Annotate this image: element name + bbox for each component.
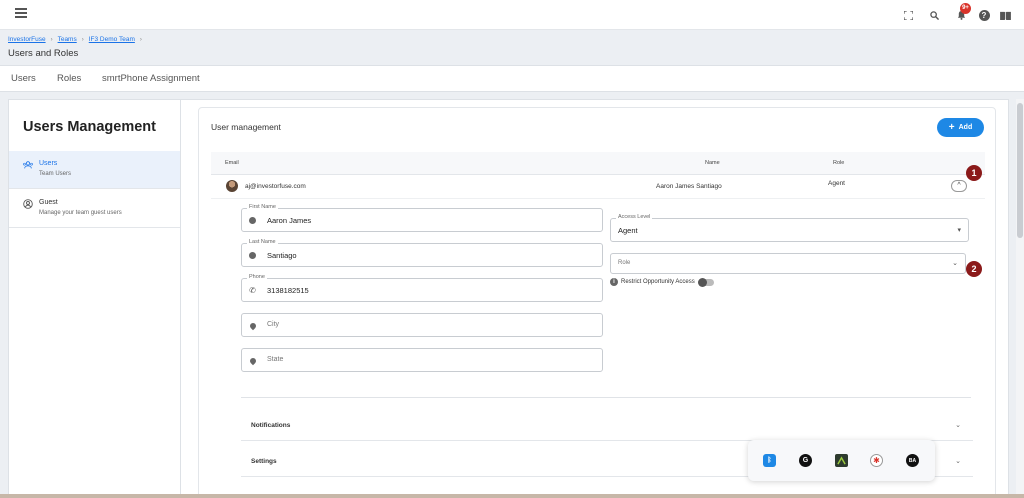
breadcrumb-investorfuse[interactable]: InvestorFuse xyxy=(8,36,46,43)
phone-icon: ✆ xyxy=(249,286,256,295)
restrict-opportunity-toggle[interactable] xyxy=(697,277,714,287)
sidebar-title: Users Management xyxy=(23,119,156,135)
main-content: Users Management Users Team Users Guest … xyxy=(8,99,1009,498)
phone-label: Phone xyxy=(247,274,267,280)
location-pin-icon xyxy=(248,321,257,330)
taskbar-edge xyxy=(0,494,1024,498)
chevron-down-icon: ⌄ xyxy=(955,458,961,465)
sidebar-item-label: Guest xyxy=(39,199,58,206)
bluetooth-icon[interactable]: ᛒ xyxy=(763,454,776,467)
breadcrumb-teams[interactable]: Teams xyxy=(58,36,77,43)
bambu-icon[interactable]: BA xyxy=(906,454,919,467)
city-placeholder: City xyxy=(267,321,280,328)
role-placeholder: Role xyxy=(618,260,631,266)
section-divider xyxy=(241,397,971,398)
collapse-button[interactable]: ^ xyxy=(951,180,967,192)
person-icon xyxy=(248,216,257,225)
app-icon[interactable] xyxy=(835,454,848,467)
column-name: Name xyxy=(705,160,720,166)
first-name-field[interactable]: First Name Aaron James xyxy=(241,204,603,232)
fullscreen-icon[interactable] xyxy=(900,7,916,23)
access-level-value: Agent xyxy=(618,226,638,235)
table-header: Email Name Role xyxy=(211,152,985,175)
column-role: Role xyxy=(833,160,845,166)
add-user-button[interactable]: + Add xyxy=(937,118,984,137)
phone-field[interactable]: Phone ✆ 3138182515 xyxy=(241,274,603,302)
sidebar: Users Management Users Team Users Guest … xyxy=(9,100,181,498)
state-field[interactable]: State xyxy=(241,348,603,372)
chevron-down-icon: ⌄ xyxy=(952,260,958,267)
add-button-label: Add xyxy=(958,124,973,131)
slack-icon[interactable]: ✱ xyxy=(870,454,883,467)
notifications-accordion[interactable]: Notifications ⌄ xyxy=(241,411,973,441)
page-scrollbar[interactable] xyxy=(1016,99,1024,498)
first-name-value: Aaron James xyxy=(267,216,312,225)
grammarly-icon[interactable]: G xyxy=(799,454,812,467)
callout-badge-2: 2 xyxy=(966,261,982,277)
book-icon[interactable] xyxy=(997,7,1013,23)
chevron-right-icon: › xyxy=(50,36,53,43)
sidebar-item-users[interactable]: Users Team Users xyxy=(9,151,180,189)
caret-down-icon: ▾ xyxy=(957,227,961,234)
tab-roles[interactable]: Roles xyxy=(57,73,81,84)
search-icon[interactable] xyxy=(926,7,942,23)
callout-badge-1: 1 xyxy=(966,165,982,181)
chevron-right-icon: › xyxy=(139,36,142,43)
table-row[interactable]: aj@investorfuse.com Aaron James Santiago… xyxy=(211,175,985,199)
users-icon xyxy=(23,161,33,169)
user-email: aj@investorfuse.com xyxy=(245,183,306,190)
scrollbar-thumb[interactable] xyxy=(1017,103,1023,238)
breadcrumb-team[interactable]: IF3 Demo Team xyxy=(89,36,135,43)
bell-icon[interactable]: 9+ xyxy=(953,3,971,23)
user-name: Aaron James Santiago xyxy=(656,183,722,190)
location-pin-icon xyxy=(248,356,257,365)
last-name-value: Santiago xyxy=(267,251,297,260)
notification-badge: 9+ xyxy=(960,3,971,14)
last-name-field[interactable]: Last Name Santiago xyxy=(241,239,603,267)
sidebar-item-guest[interactable]: Guest Manage your team guest users xyxy=(9,190,180,228)
system-tray-popup: ᛒ G ✱ BA xyxy=(748,440,935,481)
hamburger-icon[interactable] xyxy=(15,8,27,20)
access-level-select[interactable]: Access Level Agent ▾ xyxy=(610,214,969,242)
state-placeholder: State xyxy=(267,356,284,363)
breadcrumb: InvestorFuse › Teams › IF3 Demo Team › xyxy=(8,36,147,43)
sidebar-item-sublabel: Manage your team guest users xyxy=(39,210,122,216)
page-title: Users and Roles xyxy=(8,48,79,59)
city-field[interactable]: City xyxy=(241,313,603,337)
person-icon xyxy=(248,251,257,260)
avatar xyxy=(226,180,238,192)
sidebar-item-sublabel: Team Users xyxy=(39,171,72,177)
tab-users[interactable]: Users xyxy=(11,73,36,84)
first-name-label: First Name xyxy=(247,204,278,210)
user-role: Agent xyxy=(828,180,845,187)
phone-value: 3138182515 xyxy=(267,286,309,295)
notifications-label: Notifications xyxy=(251,422,291,429)
top-bar: 9+ ? xyxy=(0,0,1024,30)
last-name-label: Last Name xyxy=(247,239,278,245)
panel-title: User management xyxy=(211,122,281,132)
sidebar-item-label: Users xyxy=(39,160,58,167)
tab-bar: Users Roles smrtPhone Assignment xyxy=(0,65,1024,92)
breadcrumb-bar: InvestorFuse › Teams › IF3 Demo Team › U… xyxy=(0,31,1024,65)
restrict-opportunity-row: i Restrict Opportunity Access xyxy=(610,277,714,287)
plus-icon: + xyxy=(948,121,955,133)
restrict-opportunity-label: Restrict Opportunity Access xyxy=(621,279,695,285)
chevron-right-icon: › xyxy=(81,36,84,43)
tab-smrtphone-assignment[interactable]: smrtPhone Assignment xyxy=(102,73,200,84)
chevron-down-icon: ⌄ xyxy=(955,422,961,429)
help-icon[interactable]: ? xyxy=(976,7,992,23)
settings-label: Settings xyxy=(251,458,277,465)
role-select[interactable]: Role ⌄ xyxy=(610,253,966,274)
guest-icon xyxy=(23,199,33,209)
info-icon: i xyxy=(610,278,618,286)
column-email: Email xyxy=(225,160,239,166)
access-level-label: Access Level xyxy=(616,214,653,220)
